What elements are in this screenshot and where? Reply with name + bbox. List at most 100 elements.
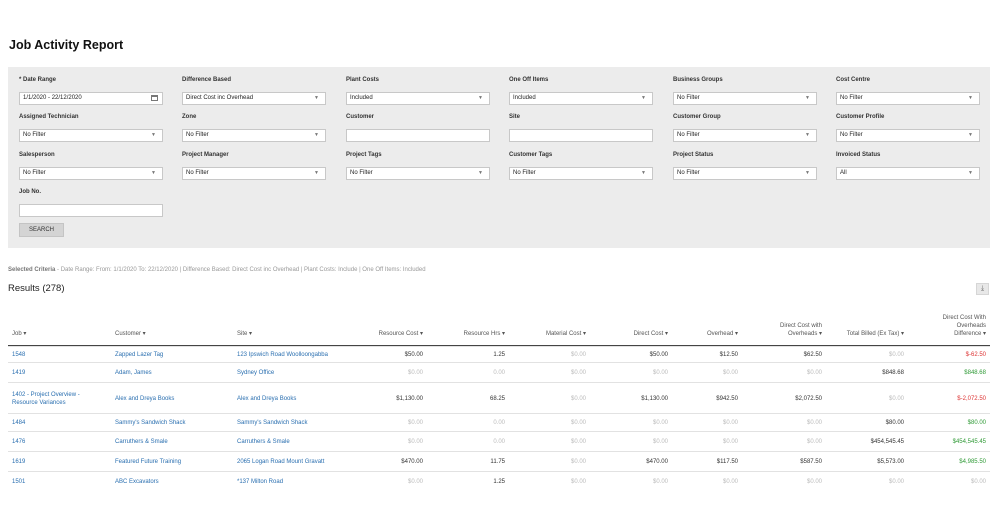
filter-value: No Filter	[513, 170, 536, 176]
filter-select[interactable]: No Filter ▼	[182, 129, 326, 142]
column-header-job[interactable]: Job ▾	[12, 330, 112, 338]
cell-customer[interactable]: Sammy's Sandwich Shack	[115, 419, 233, 427]
column-header-resource-cost[interactable]: Resource Cost ▾	[345, 330, 423, 338]
cell-site[interactable]: Carruthers & Smale	[237, 438, 357, 446]
table-row[interactable]: 1402 - Project Overview - Resource Varia…	[8, 382, 990, 414]
cell-job[interactable]: 1501	[12, 478, 112, 486]
cell-material-cost: $0.00	[570, 439, 586, 445]
cell-dc-with-overheads: $0.00	[806, 420, 822, 426]
cell-site[interactable]: 123 Ipswich Road Woolloongabba	[237, 351, 357, 359]
filter-select[interactable]: All ▼	[836, 167, 980, 180]
filter-site: Site	[509, 113, 653, 142]
filter-input[interactable]	[509, 129, 653, 142]
filter-one-off-items: One Off Items Included ▼	[509, 76, 653, 105]
table-row[interactable]: 1476 Carruthers & Smale Carruthers & Smale…	[8, 431, 990, 452]
calendar-icon[interactable]	[151, 95, 158, 101]
cell-job[interactable]: 1548	[12, 351, 112, 359]
cell-resource-hrs: 11.75	[490, 459, 505, 465]
column-header-overhead[interactable]: Overhead ▾	[672, 330, 738, 338]
cell-job[interactable]: 1402 - Project Overview - Resource Varia…	[12, 391, 112, 407]
date-range-input[interactable]: 1/1/2020 - 22/12/2020	[19, 92, 163, 105]
chevron-down-icon: ▼	[805, 170, 810, 176]
column-header-material-cost[interactable]: Material Cost ▾	[510, 330, 586, 338]
cell-site[interactable]: Sammy's Sandwich Shack	[237, 419, 357, 427]
cell-resource-cost: $0.00	[407, 479, 423, 485]
filter-select[interactable]: No Filter ▼	[836, 92, 980, 105]
table-row[interactable]: 1419 Adam, James Sydney Office $0.00 0.00 $0.…	[8, 362, 990, 383]
cell-customer[interactable]: Carruthers & Smale	[115, 438, 233, 446]
filter-value: Included	[513, 95, 536, 101]
filter-select[interactable]: Included ▼	[509, 92, 653, 105]
cell-customer[interactable]: Alex and Dreya Books	[115, 395, 233, 403]
filter-value: No Filter	[186, 132, 209, 138]
cell-difference: $0.00	[970, 479, 986, 485]
filter-project-manager: Project Manager No Filter ▼	[182, 151, 326, 180]
filter-difference-based: Difference Based Direct Cost inc Overhead…	[182, 76, 326, 105]
cell-resource-hrs: 1.25	[493, 352, 505, 358]
table-row[interactable]: 1501 ABC Excavators *137 Milton Road $0.00 1…	[8, 471, 990, 492]
filter-label: Customer Tags	[509, 152, 553, 158]
filter-select[interactable]: No Filter ▼	[509, 167, 653, 180]
cell-resource-cost: $470.00	[401, 459, 423, 465]
cell-resource-hrs: 0.00	[493, 370, 505, 376]
filter-select[interactable]: No Filter ▼	[836, 129, 980, 142]
filter-salesperson: Salesperson No Filter ▼	[19, 151, 163, 180]
filter-label: Salesperson	[19, 152, 55, 158]
search-button[interactable]: SEARCH	[19, 223, 64, 237]
column-header-dc-with-overheads[interactable]: Direct Cost with Overheads ▾	[742, 322, 822, 338]
cell-total-billed: $0.00	[888, 395, 904, 402]
cell-job[interactable]: 1484	[12, 419, 112, 427]
cell-customer[interactable]: Featured Future Training	[115, 458, 233, 466]
filter-value: No Filter	[677, 132, 700, 138]
cell-resource-cost: $1,130.00	[396, 395, 423, 402]
filter-customer-tags: Customer Tags No Filter ▼	[509, 151, 653, 180]
column-header-resource-hrs[interactable]: Resource Hrs ▾	[430, 330, 505, 338]
column-header-total-billed[interactable]: Total Billed (Ex Tax) ▾	[826, 330, 904, 338]
filter-label: Project Manager	[182, 152, 229, 158]
filter-cost-centre: Cost Centre No Filter ▼	[836, 76, 980, 105]
filter-select[interactable]: No Filter ▼	[19, 129, 163, 142]
cell-job[interactable]: 1476	[12, 438, 112, 446]
cell-customer[interactable]: Zapped Lazer Tag	[115, 351, 233, 359]
cell-customer[interactable]: ABC Excavators	[115, 478, 233, 486]
filter-select[interactable]: No Filter ▼	[673, 92, 817, 105]
cell-site[interactable]: Alex and Dreya Books	[237, 395, 357, 403]
filter-select[interactable]: No Filter ▼	[182, 167, 326, 180]
column-header-direct-cost[interactable]: Direct Cost ▾	[590, 330, 668, 338]
column-header-site[interactable]: Site ▾	[237, 330, 357, 338]
filter-input[interactable]	[346, 129, 490, 142]
filter-select[interactable]: Direct Cost inc Overhead ▼	[182, 92, 326, 105]
cell-overhead: $942.50	[716, 395, 738, 402]
filter-label: Plant Costs	[346, 77, 380, 83]
chevron-down-icon: ▼	[968, 170, 973, 176]
filter-select[interactable]: No Filter ▼	[346, 167, 490, 180]
filter-select[interactable]: No Filter ▼	[673, 167, 817, 180]
filter-select[interactable]: No Filter ▼	[19, 167, 163, 180]
filter-invoiced-status: Invoiced Status All ▼	[836, 151, 980, 180]
filter-value: Direct Cost inc Overhead	[186, 95, 254, 101]
table-row[interactable]: 1484 Sammy's Sandwich Shack Sammy's Sandwi…	[8, 413, 990, 432]
download-icon[interactable]: ⤓	[976, 283, 989, 295]
cell-material-cost: $0.00	[570, 420, 586, 426]
column-header-difference[interactable]: Direct Cost With Overheads Difference ▾	[908, 314, 986, 338]
filter-customer-group: Customer Group No Filter ▼	[673, 113, 817, 142]
table-row[interactable]: 1548 Zapped Lazer Tag 123 Ipswich Road Woo…	[8, 346, 990, 363]
cell-direct-cost: $50.00	[649, 352, 668, 358]
cell-overhead: $0.00	[722, 479, 738, 485]
cell-site[interactable]: Sydney Office	[237, 369, 357, 377]
chevron-down-icon: ▼	[968, 95, 973, 101]
column-header-customer[interactable]: Customer ▾	[115, 330, 233, 338]
chevron-down-icon: ▼	[968, 132, 973, 138]
cell-site[interactable]: 2065 Logan Road Mount Gravatt	[237, 458, 357, 466]
filter-label: Project Tags	[346, 152, 382, 158]
cell-site[interactable]: *137 Milton Road	[237, 478, 357, 486]
cell-resource-cost: $0.00	[407, 420, 423, 426]
filter-select[interactable]: No Filter ▼	[673, 129, 817, 142]
cell-dc-with-overheads: $62.50	[803, 352, 822, 358]
cell-customer[interactable]: Adam, James	[115, 369, 233, 377]
table-row[interactable]: 1619 Featured Future Training 2065 Logan R…	[8, 451, 990, 472]
cell-job[interactable]: 1419	[12, 369, 112, 377]
filter-select[interactable]: Included ▼	[346, 92, 490, 105]
filter-input[interactable]	[19, 204, 163, 217]
cell-job[interactable]: 1619	[12, 458, 112, 466]
